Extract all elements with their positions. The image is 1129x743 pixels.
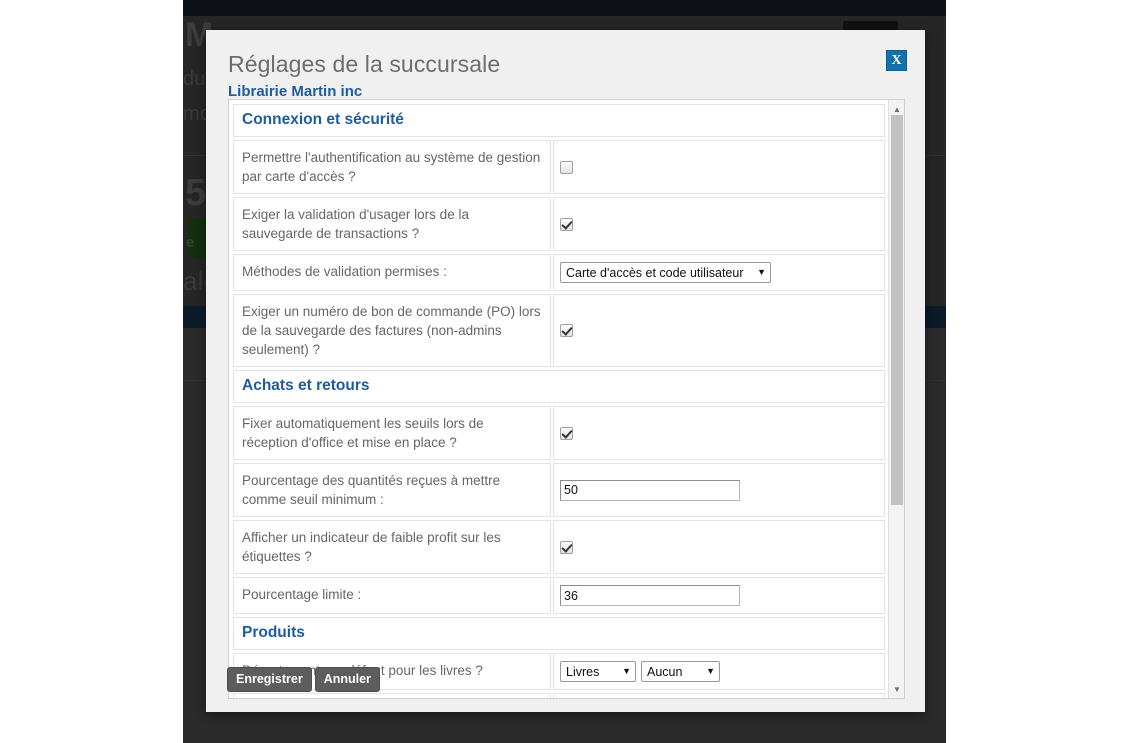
setting-text-input[interactable] [560,585,740,606]
select-value: Aucun [647,664,683,679]
setting-row: Exiger un numéro de bon de commande (PO)… [233,294,885,367]
setting-checkbox[interactable] [560,217,573,231]
setting-row: Permettre l'authentification au système … [233,140,885,194]
page-title: Réglages de la succursale [228,51,501,77]
section-heading: Connexion et sécurité [233,104,885,137]
setting-text-input[interactable] [560,479,740,501]
select-value: Livres [566,664,600,679]
branch-settings-modal: Réglages de la succursale Librairie Mart… [206,30,925,712]
setting-label: Rayon par défaut pour les livres ? [233,693,551,698]
chevron-down-icon: ▼ [706,666,715,676]
save-button[interactable]: Enregistrer [227,667,312,692]
setting-row: Exiger la validation d'usager lors de la… [233,197,885,251]
setting-checkbox[interactable] [560,160,573,174]
background-text-fragment: 5 [185,172,207,214]
chevron-down-icon: ▼ [622,666,631,676]
section-heading: Achats et retours [233,370,885,403]
setting-checkbox[interactable] [560,324,573,337]
setting-checkbox[interactable] [560,540,573,554]
setting-row: Afficher un indicateur de faible profit … [233,520,885,574]
setting-label: Exiger un numéro de bon de commande (PO)… [233,294,551,367]
setting-select-subdepartment[interactable]: Aucun ▼ [641,661,720,682]
setting-row: Pourcentage des quantités reçues à mettr… [233,463,885,517]
section-heading: Produits [233,617,885,650]
setting-select-department[interactable]: Livres ▼ [560,661,636,682]
background-topbar [183,0,946,16]
setting-label: Pourcentage des quantités reçues à mettr… [233,463,551,517]
scrollbar-thumb[interactable] [891,115,903,505]
setting-control-cell: Non classés▼ [553,693,885,698]
scroll-up-arrow-icon[interactable]: ▲ [889,102,904,116]
setting-control-cell [553,140,885,194]
setting-row: Fixer automatiquement les seuils lors de… [233,406,885,460]
setting-control-cell [553,294,885,367]
background-text-fragment: du [183,68,206,90]
background-text-fragment: e [186,234,195,251]
setting-checkbox[interactable] [560,426,573,440]
setting-label: Pourcentage limite : [233,577,551,614]
setting-label: Méthodes de validation permises : [233,254,551,291]
setting-control-cell [553,577,885,614]
setting-control-cell [553,520,885,574]
scrollbar[interactable]: ▲ ▼ [888,100,904,698]
setting-label: Permettre l'authentification au système … [233,140,551,194]
settings-list: Connexion et sécurité Permettre l'authent… [229,100,889,698]
scroll-down-arrow-icon[interactable]: ▼ [889,682,904,696]
setting-label: Afficher un indicateur de faible profit … [233,520,551,574]
setting-control-cell [553,197,885,251]
modal-footer: Enregistrer Annuler [227,667,380,692]
setting-label: Fixer automatiquement les seuils lors de… [233,406,551,460]
settings-scroll-area: Connexion et sécurité Permettre l'authent… [228,99,905,699]
setting-control-cell [553,406,885,460]
setting-control-cell: Carte d'accès et code utilisateur ▼ [553,254,885,291]
setting-control-cell: Livres ▼ Aucun ▼ [553,653,885,690]
setting-row: Pourcentage limite : [233,577,885,614]
setting-select-validation[interactable]: Carte d'accès et code utilisateur ▼ [560,262,771,283]
select-value: Carte d'accès et code utilisateur [566,265,744,280]
setting-row: Méthodes de validation permises : Carte d… [233,254,885,291]
setting-label: Exiger la validation d'usager lors de la… [233,197,551,251]
branch-name-subtitle: Librairie Martin inc [228,83,363,100]
cancel-button[interactable]: Annuler [314,667,380,692]
setting-row: Rayon par défaut pour les livres ?Non cl… [233,693,885,698]
close-icon[interactable]: X [886,50,907,71]
setting-control-cell [553,463,885,517]
chevron-down-icon: ▼ [757,267,766,277]
